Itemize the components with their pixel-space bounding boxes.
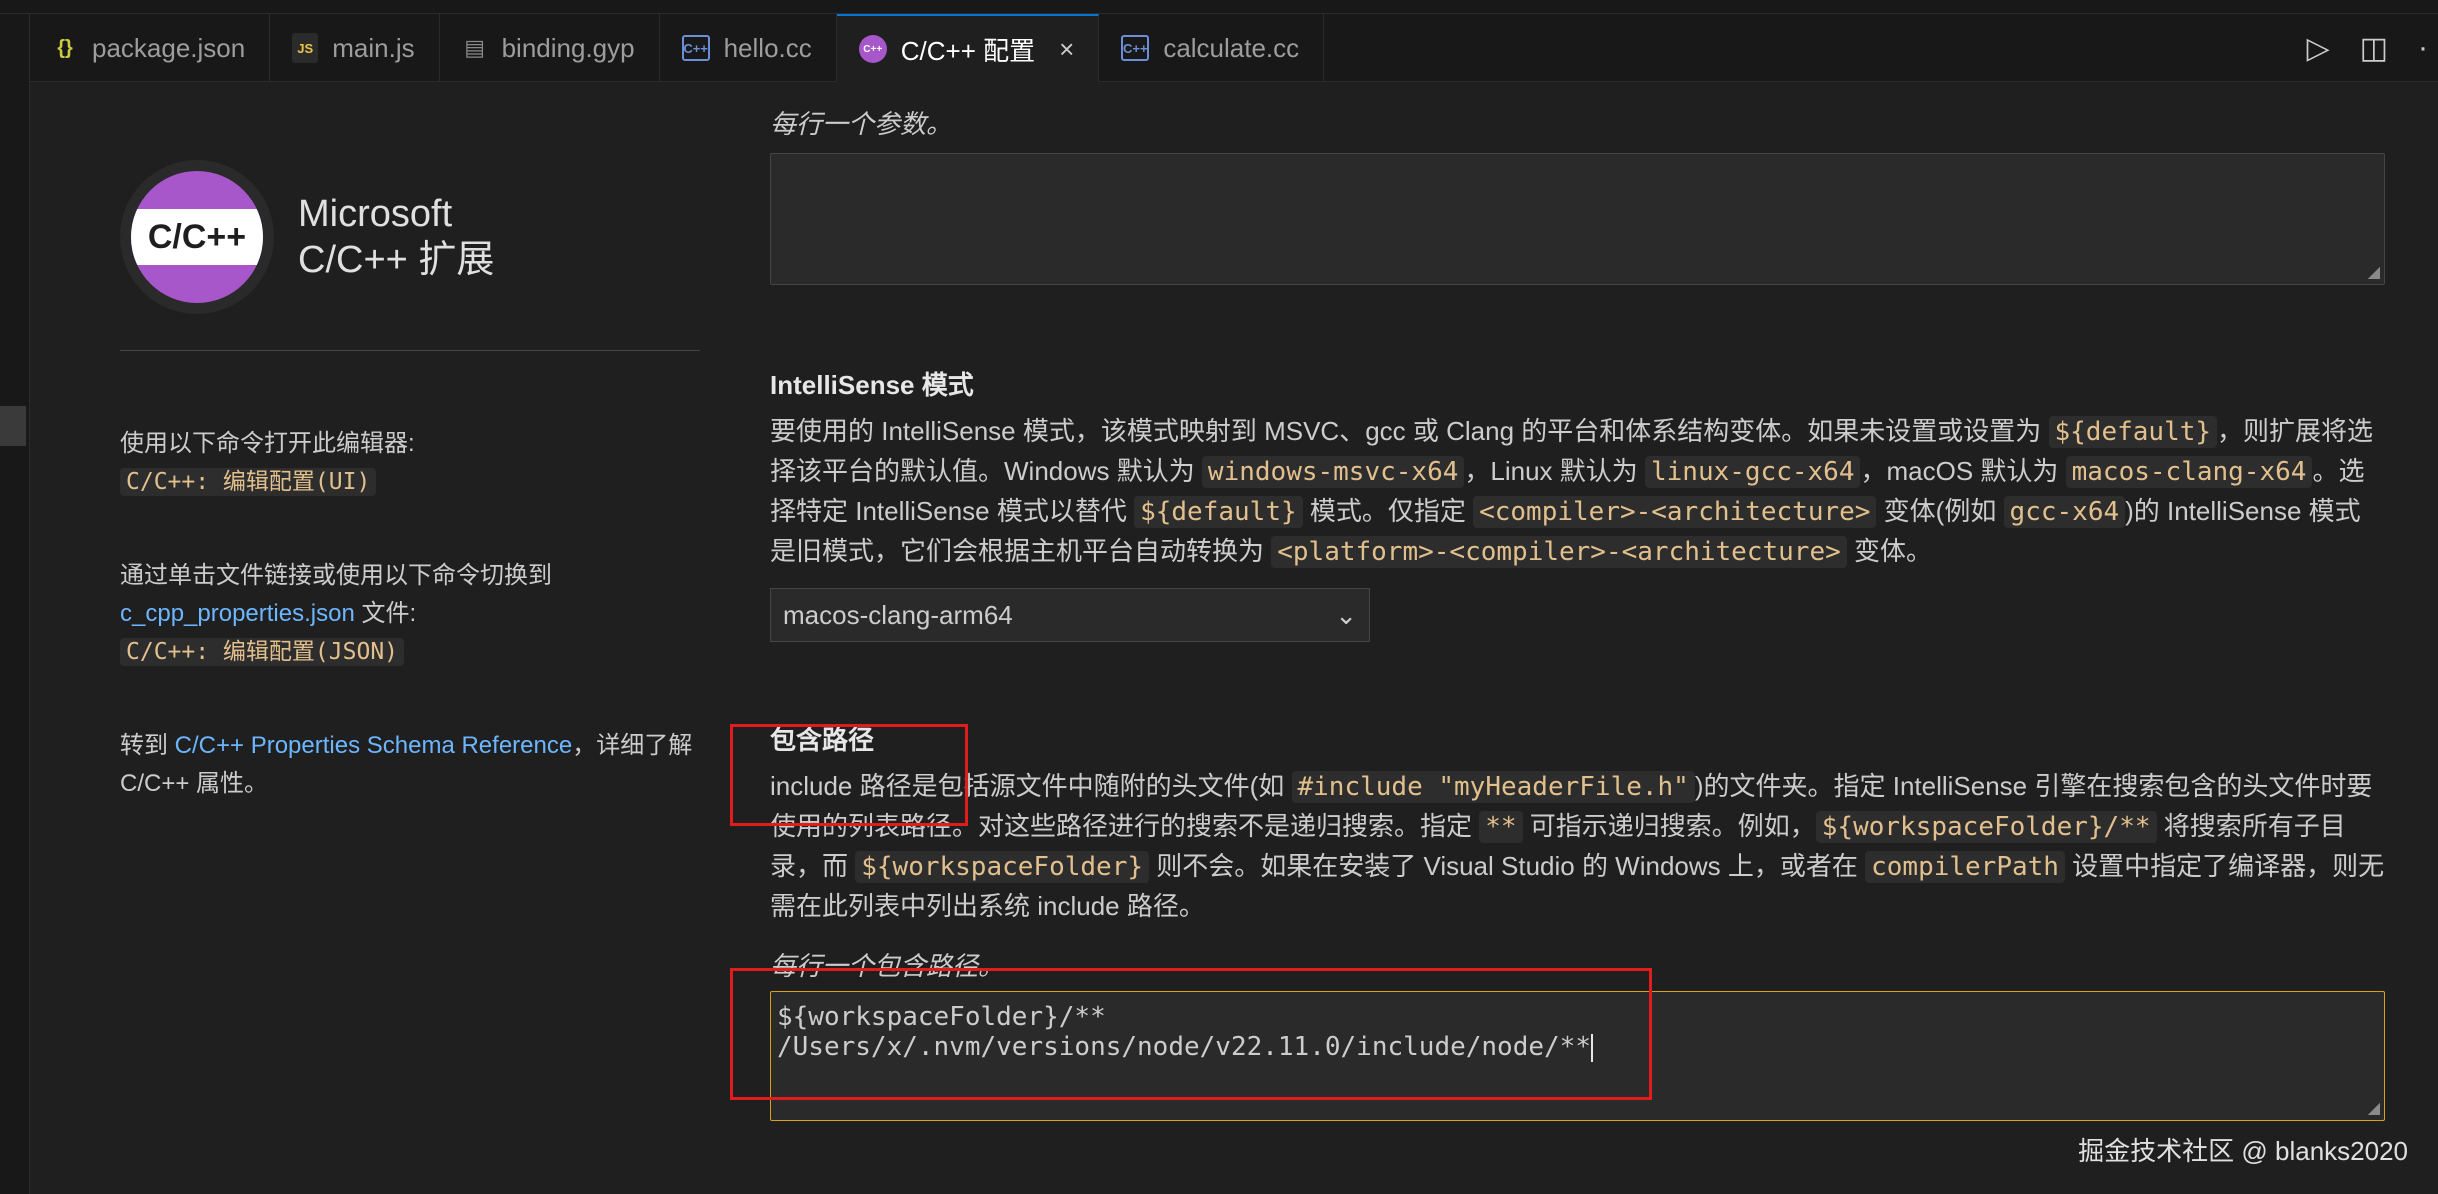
title-strip <box>0 0 2438 14</box>
schema-reference-link[interactable]: C/C++ Properties Schema Reference <box>175 732 573 759</box>
file-icon: ▤ <box>464 35 485 60</box>
switch-command: C/C++: 编辑配置(JSON) <box>120 638 405 666</box>
resize-grip-icon[interactable]: ◢ <box>2368 262 2380 282</box>
args-value <box>771 154 2384 174</box>
cpp-file-icon: C++ <box>1121 35 1150 61</box>
json-file-icon: {} <box>57 36 73 59</box>
intellisense-mode-select[interactable]: macos-clang-arm64 ⌄ <box>770 588 1370 642</box>
settings-main: 每行一个参数。 ◢ IntelliSense 模式 要使用的 IntelliSe… <box>770 82 2385 1121</box>
tab-label: main.js <box>332 32 415 63</box>
cpp-config-icon: C++ <box>858 35 887 63</box>
tab-main-js[interactable]: JS main.js <box>270 14 440 82</box>
c-cpp-properties-link[interactable]: c_cpp_properties.json <box>120 600 355 627</box>
switch-json-info: 通过单击文件链接或使用以下命令切换到 c_cpp_properties.json… <box>120 557 700 671</box>
run-icon[interactable]: ▷ <box>2307 31 2330 66</box>
ref-prefix: 转到 <box>120 732 175 759</box>
open-editor-info: 使用以下命令打开此编辑器: C/C++: 编辑配置(UI) <box>120 425 700 501</box>
watermark: 掘金技术社区 @ blanks2020 <box>2078 1136 2408 1166</box>
intellisense-mode-title: IntelliSense 模式 <box>770 370 974 400</box>
logo-text: C/C++ <box>147 217 247 256</box>
tab-label: C/C++ 配置 <box>900 35 1036 66</box>
selected-mode: macos-clang-arm64 <box>783 599 1013 630</box>
extension-brand: C/C++ Microsoft C/C++ 扩展 <box>120 160 700 351</box>
cpp-file-icon: C++ <box>681 35 710 61</box>
annotation-box-include-paths <box>730 968 1652 1100</box>
tab-label: package.json <box>92 32 246 63</box>
activity-bar <box>0 14 30 1194</box>
include-path-title: 包含路径 <box>770 725 875 755</box>
tab-label: calculate.cc <box>1163 32 1300 63</box>
tab-cpp-config[interactable]: C++ C/C++ 配置 × <box>836 14 1100 82</box>
open-editor-command: C/C++: 编辑配置(UI) <box>120 468 377 496</box>
tab-hello-cc[interactable]: C++ hello.cc <box>660 14 837 82</box>
js-file-icon: JS <box>292 33 319 63</box>
tab-label: binding.gyp <box>501 32 635 63</box>
include-path-description: include 路径是包括源文件中随附的头文件(如 #include "myHe… <box>770 771 2385 921</box>
info-panel: C/C++ Microsoft C/C++ 扩展 使用以下命令打开此编辑器: C… <box>120 160 700 803</box>
args-hint: 每行一个参数。 <box>770 109 953 139</box>
brand-line-1: Microsoft <box>298 193 453 235</box>
chevron-down-icon: ⌄ <box>1335 599 1357 630</box>
resize-grip-icon[interactable]: ◢ <box>2368 1098 2380 1118</box>
more-actions-icon[interactable]: · <box>2418 31 2428 65</box>
tab-package-json[interactable]: {} package.json <box>30 14 271 82</box>
compiler-args-textarea[interactable]: ◢ <box>770 153 2385 285</box>
close-icon[interactable]: × <box>1059 34 1074 65</box>
tab-calculate-cc[interactable]: C++ calculate.cc <box>1099 14 1325 82</box>
switch-text: 通过单击文件链接或使用以下命令切换到 <box>120 562 552 589</box>
switch-suffix: 文件: <box>354 600 417 627</box>
open-editor-text: 使用以下命令打开此编辑器: <box>120 430 415 457</box>
split-editor-icon[interactable]: ◫ <box>2360 31 2388 66</box>
tab-actions: ▷ ◫ · <box>2307 14 2438 82</box>
schema-reference-info: 转到 C/C++ Properties Schema Reference，详细了… <box>120 727 700 803</box>
cpp-logo-icon: C/C++ <box>120 160 274 314</box>
annotation-box-include-title <box>730 724 968 826</box>
intellisense-mode-description: 要使用的 IntelliSense 模式，该模式映射到 MSVC、gcc 或 C… <box>770 416 2374 568</box>
tab-binding-gyp[interactable]: ▤ binding.gyp <box>440 14 660 82</box>
brand-line-2: C/C++ 扩展 <box>298 239 495 281</box>
tab-label: hello.cc <box>723 32 812 63</box>
activity-active-marker <box>0 406 26 446</box>
editor-tab-bar: {} package.json JS main.js ▤ binding.gyp… <box>30 14 2438 82</box>
